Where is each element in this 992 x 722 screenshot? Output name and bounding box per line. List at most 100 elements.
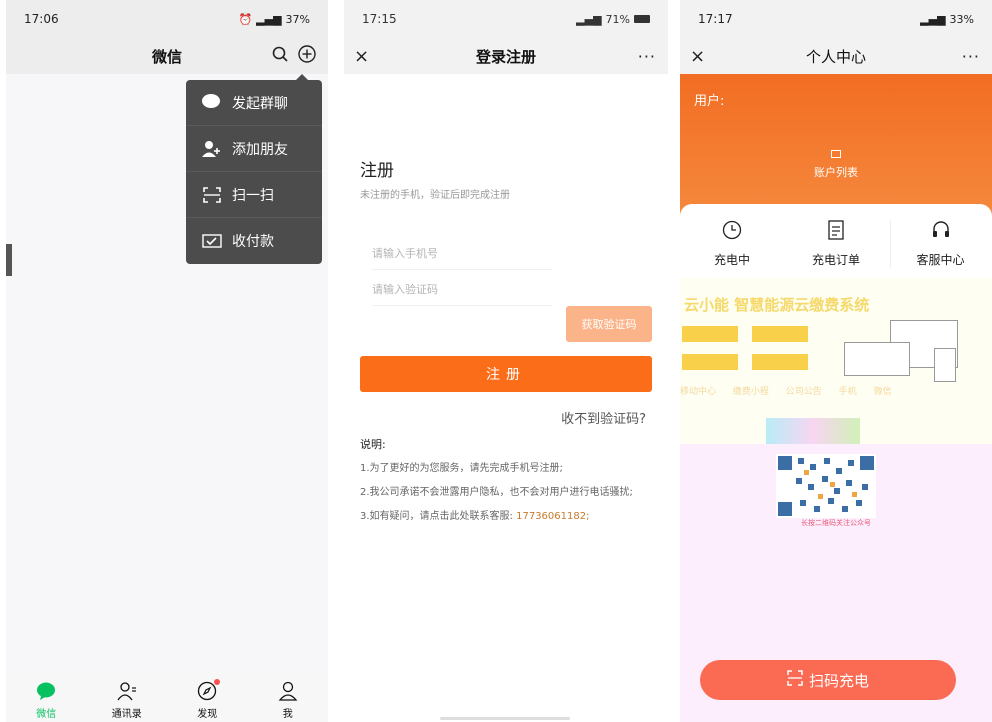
get-code-button[interactable]: 获取验证码 — [566, 306, 652, 342]
menu-item-group-chat[interactable]: 发起群聊 — [186, 80, 322, 126]
note-item: 1.为了更好的为您服务，请先完成手机号注册; — [360, 463, 563, 474]
notes-title: 说明: — [360, 438, 386, 451]
menu-item-label: 发起群聊 — [232, 95, 288, 112]
phone-illustration — [934, 348, 956, 382]
close-icon[interactable]: × — [690, 46, 705, 67]
promo-banner[interactable]: 云小能 智慧能源云缴费系统 移动中心 缴费小程 公司公告 手机 微信 — [680, 278, 992, 444]
page-title: 个人中心 — [805, 47, 866, 66]
menu-item-add-friend[interactable]: 添加朋友 — [186, 126, 322, 172]
notes-section: 说明: 1.为了更好的为您服务，请先完成手机号注册; 2.我公司承诺不会泄露用户… — [360, 438, 640, 534]
add-user-icon — [202, 140, 222, 158]
status-icons: ▂▄▆ 33% — [920, 13, 974, 26]
clock-icon — [722, 220, 742, 243]
menu-item-label: 收付款 — [232, 234, 274, 250]
wechat-screen: 17:06 ⏰ ▂▄▆ 37% 微信 发起群聊 添加朋友 扫一扫 收付款 微信 … — [6, 0, 328, 722]
chat-icon — [36, 681, 56, 701]
add-circle-icon[interactable] — [298, 45, 316, 67]
promo-tag — [682, 354, 738, 370]
tab-discover[interactable]: 发现 — [177, 679, 237, 720]
tab-wechat[interactable]: 微信 — [16, 681, 76, 720]
document-icon — [827, 220, 845, 243]
tab-label: 微信 — [36, 709, 57, 720]
battery-percent: 37% — [285, 12, 310, 26]
more-icon[interactable]: ··· — [962, 47, 980, 66]
promo-tag — [752, 326, 808, 342]
alarm-icon: ⏰ — [238, 12, 253, 26]
battery-icon — [634, 15, 650, 23]
wechat-header: 微信 — [6, 38, 328, 74]
menu-item-scan[interactable]: 扫一扫 — [186, 172, 322, 218]
scan-charge-button[interactable]: 扫码充电 — [700, 660, 956, 700]
register-title: 注册 — [360, 161, 394, 181]
search-icon[interactable] — [272, 46, 288, 66]
signal-icon: ▂▄▆ — [576, 12, 602, 26]
register-subtitle: 未注册的手机，验证后即完成注册 — [360, 190, 510, 201]
signal-icon: ▂▄▆ — [920, 12, 946, 26]
tab-me[interactable]: 我 — [258, 681, 318, 720]
no-code-link[interactable]: 收不到验证码? — [561, 408, 646, 427]
status-time: 17:06 — [24, 12, 59, 26]
plus-dropdown-menu: 发起群聊 添加朋友 扫一扫 收付款 — [186, 74, 322, 264]
phone-input[interactable] — [372, 247, 552, 260]
battery-percent: 33% — [949, 12, 974, 26]
account-list-label: 账户列表 — [814, 166, 858, 179]
menu-item-label: 添加朋友 — [232, 141, 288, 158]
status-time: 17:15 — [362, 12, 397, 26]
code-field — [372, 274, 552, 306]
chat-bubble-icon — [202, 93, 222, 112]
edge-handle — [6, 244, 12, 276]
person-icon — [278, 681, 298, 701]
action-orders[interactable]: 充电订单 — [786, 220, 886, 268]
scan-icon — [787, 670, 803, 690]
compass-icon — [197, 679, 221, 701]
status-bar: 17:06 ⏰ ▂▄▆ 37% — [6, 0, 328, 38]
note-item-text: 3.如有疑问，请点击此处联系客服: — [360, 511, 513, 522]
account-list-link[interactable]: 账户列表 — [680, 150, 992, 180]
close-icon[interactable]: × — [354, 46, 369, 67]
menu-item-payment[interactable]: 收付款 — [186, 218, 322, 264]
action-label: 客服中心 — [916, 253, 965, 267]
promo-row: 移动中心 缴费小程 公司公告 手机 微信 — [680, 387, 892, 397]
status-icons: ⏰ ▂▄▆ 37% — [238, 13, 310, 26]
page-title: 登录注册 — [475, 47, 536, 66]
tab-label: 发现 — [197, 709, 218, 720]
phone-field — [372, 238, 552, 270]
wallet-icon — [831, 150, 841, 158]
profile-banner — [680, 74, 992, 224]
phone-suffix: ; — [586, 511, 590, 522]
qr-caption: 长按二维码关注公众号 — [801, 519, 871, 527]
home-indicator — [440, 717, 570, 720]
tab-label: 我 — [282, 709, 293, 720]
more-icon[interactable]: ··· — [638, 47, 656, 66]
user-label: 用户: — [694, 94, 725, 109]
support-phone-link[interactable]: 17736061182 — [516, 511, 586, 522]
status-icons: ▂▄▆ 71% — [576, 13, 650, 26]
qr-code-image[interactable] — [776, 454, 876, 518]
action-label: 充电订单 — [811, 253, 860, 267]
action-charging[interactable]: 充电中 — [682, 220, 782, 268]
note-item: 3.如有疑问，请点击此处联系客服: 17736061182; — [360, 510, 640, 524]
code-input[interactable] — [372, 283, 552, 296]
personal-header: × 个人中心 ··· — [680, 38, 992, 74]
register-header: × 登录注册 ··· — [344, 38, 668, 74]
page-title: 微信 — [151, 47, 182, 66]
monitor-illustration — [844, 342, 910, 376]
status-bar: 17:17 ▂▄▆ 33% — [680, 0, 992, 38]
action-label: 充电中 — [713, 253, 750, 267]
notification-badge — [214, 679, 221, 685]
battery-percent: 71% — [605, 12, 630, 26]
headset-icon — [931, 220, 951, 243]
menu-item-label: 扫一扫 — [232, 187, 274, 204]
action-customer-service[interactable]: 客服中心 — [890, 220, 990, 268]
register-button[interactable]: 注册 — [360, 356, 652, 392]
signal-icon: ▂▄▆ — [256, 12, 282, 26]
note-item: 2.我公司承诺不会泄露用户隐私，也不会对用户进行电话骚扰; — [360, 487, 633, 498]
tab-label: 通讯录 — [111, 709, 142, 720]
scan-charge-label: 扫码充电 — [808, 671, 869, 690]
payment-icon — [202, 232, 222, 250]
promo-tag — [752, 354, 808, 370]
personal-center-screen: 17:17 ▂▄▆ 33% × 个人中心 ··· 用户: 账户列表 充电中 充电… — [680, 0, 992, 722]
quick-actions-card: 充电中 充电订单 客服中心 — [680, 204, 992, 278]
tab-contacts[interactable]: 通讯录 — [97, 681, 157, 720]
qr-strip-illustration — [766, 418, 860, 444]
